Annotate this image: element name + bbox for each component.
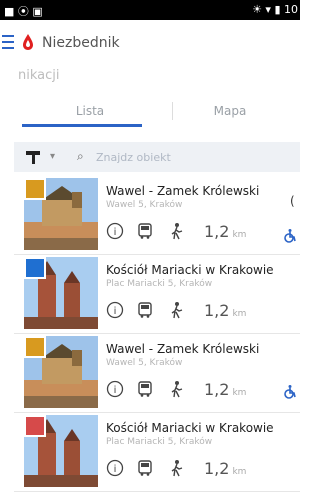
tab-lista[interactable]: Lista: [20, 104, 160, 134]
tabs: Lista Mapa: [0, 104, 300, 134]
wheelchair-icon: [284, 229, 296, 243]
app-subtitle: nikacji: [18, 68, 60, 83]
status-left: ■ ⦿ ▣: [4, 5, 43, 18]
search-input[interactable]: Znajdz obiekt: [96, 151, 171, 164]
item-thumbnail: [24, 415, 98, 487]
info-icon[interactable]: i: [106, 459, 124, 477]
category-badge: [24, 178, 46, 200]
distance-value: 1,2: [204, 380, 230, 399]
item-address: Wawel 5, Kraków: [106, 200, 183, 210]
app-logo-icon: [23, 34, 33, 50]
item-thumbnail: [24, 257, 98, 329]
item-distance: 1,2 km: [204, 380, 246, 399]
item-distance: 1,2 km: [204, 301, 246, 320]
item-title: Wawel - Zamek Królewski: [106, 184, 260, 198]
item-title: Kościół Mariacki w Krakowie: [106, 421, 274, 435]
category-badge: [24, 257, 46, 279]
svg-text:i: i: [114, 464, 117, 475]
walking-icon: [171, 302, 183, 319]
distance-unit: km: [232, 467, 247, 477]
item-address: Plac Mariacki 5, Kraków: [106, 437, 213, 447]
bus-icon: [138, 223, 152, 239]
item-address: Wawel 5, Kraków: [106, 358, 183, 368]
category-badge: [24, 336, 46, 358]
bus-icon: [138, 460, 152, 476]
list-item[interactable]: Wawel - Zamek Królewski Wawel 5, Kraków …: [14, 334, 300, 413]
bus-icon: [138, 302, 152, 318]
svg-text:i: i: [114, 385, 117, 396]
info-icon[interactable]: i: [106, 222, 124, 240]
info-icon[interactable]: i: [106, 380, 124, 398]
list-item[interactable]: Kościół Mariacki w Krakowie Plac Mariack…: [14, 255, 300, 334]
item-title: Kościół Mariacki w Krakowie: [106, 263, 274, 277]
distance-value: 1,2: [204, 301, 230, 320]
bus-icon: [138, 381, 152, 397]
item-thumbnail: [24, 178, 98, 250]
walking-icon: [171, 381, 183, 398]
info-icon[interactable]: i: [106, 301, 124, 319]
item-thumbnail: [24, 336, 98, 408]
status-bar: ■ ⦿ ▣ ☀ ▾ ▮ 10: [0, 0, 300, 20]
tab-divider: [172, 102, 173, 120]
item-title: Wawel - Zamek Królewski: [106, 342, 260, 356]
menu-icon[interactable]: [2, 35, 18, 49]
distance-unit: km: [232, 230, 247, 240]
status-right: ☀ ▾ ▮ 10: [252, 3, 298, 16]
walking-icon: [171, 223, 183, 240]
item-distance: 1,2 km: [204, 459, 246, 478]
distance-value: 1,2: [204, 222, 230, 241]
svg-text:i: i: [114, 227, 117, 238]
distance-unit: km: [232, 309, 247, 319]
distance-unit: km: [232, 388, 247, 398]
walking-icon: [171, 460, 183, 477]
category-badge: [24, 415, 46, 437]
distance-value: 1,2: [204, 459, 230, 478]
app-title: Niezbednik: [42, 35, 120, 51]
tab-mapa[interactable]: Mapa: [160, 104, 300, 134]
list-item[interactable]: Kościół Mariacki w Krakowie Plac Mariack…: [14, 413, 300, 492]
tab-active-indicator: [22, 124, 142, 127]
signpost-icon[interactable]: [24, 149, 44, 165]
item-address: Plac Mariacki 5, Kraków: [106, 279, 213, 289]
wheelchair-icon: [284, 385, 296, 399]
filter-dropdown-icon[interactable]: ▾: [50, 151, 55, 162]
item-distance: 1,2 km: [204, 222, 246, 241]
search-bar[interactable]: ▾ ⌕ Znajdz obiekt: [14, 142, 300, 172]
list-item[interactable]: Wawel - Zamek Królewski Wawel 5, Kraków …: [14, 176, 300, 255]
search-icon: ⌕: [77, 149, 84, 163]
right-edge-glyph: (: [290, 194, 295, 208]
svg-text:i: i: [114, 306, 117, 317]
